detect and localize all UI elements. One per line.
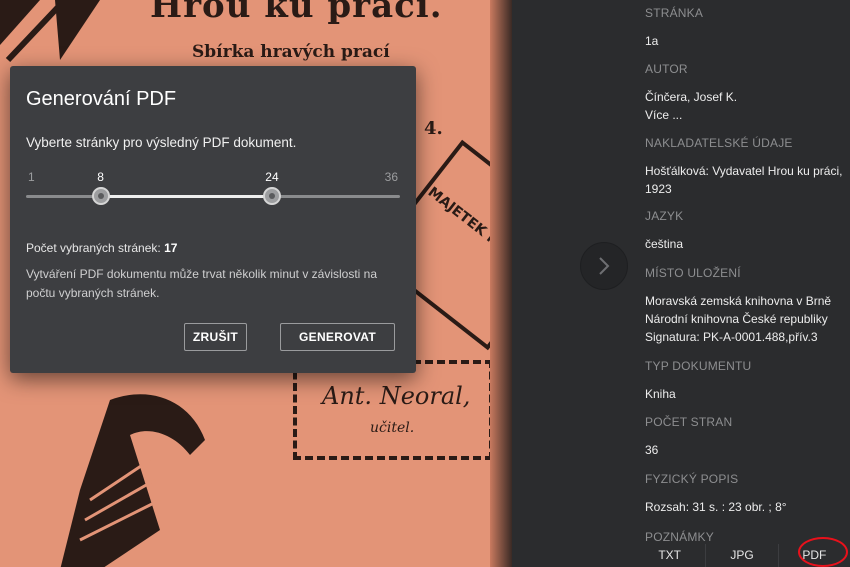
slider-min-label: 1 — [28, 170, 35, 184]
dialog-description: Vyberte stránky pro výsledný PDF dokumen… — [26, 135, 297, 150]
meta-doc-type: TYP DOKUMENTU Kniha — [645, 359, 845, 403]
meta-author-label: AUTOR — [645, 62, 688, 76]
selected-pages-label: Počet vybraných stránek: — [26, 241, 161, 255]
meta-language-label: JAZYK — [645, 209, 684, 223]
meta-publisher-value: Hošťálková: Vydavatel Hrou ku práci, 192… — [645, 164, 843, 196]
slider-to-handle[interactable] — [262, 187, 281, 205]
meta-page-count-value: 36 — [645, 443, 659, 457]
meta-notes: POZNÁMKY — [645, 530, 845, 544]
download-pdf-button[interactable]: PDF — [779, 544, 850, 567]
slider-to-label: 24 — [265, 170, 279, 184]
meta-page-count-label: POČET STRAN — [645, 415, 733, 429]
page-subheading: Sbírka hravých prací — [192, 42, 390, 62]
generate-button[interactable]: GENEROVAT — [280, 323, 395, 351]
meta-physical-label: FYZICKÝ POPIS — [645, 472, 739, 486]
meta-location: MÍSTO ULOŽENÍ Moravská zemská knihovna v… — [645, 266, 845, 346]
meta-author-value[interactable]: Čínčera, Josef K. — [645, 88, 845, 106]
slider-from-label: 8 — [97, 170, 104, 184]
meta-doc-type-label: TYP DOKUMENTU — [645, 359, 752, 373]
meta-location-line: Signatura: PK-A-0001.488,přív.3 — [645, 330, 818, 344]
meta-language-value: čeština — [645, 237, 684, 251]
slider-from-handle[interactable] — [91, 187, 110, 205]
meta-notes-label: POZNÁMKY — [645, 530, 714, 544]
chevron-right-icon — [599, 257, 610, 275]
generation-time-note: Vytváření PDF dokumentu může trvat někol… — [26, 267, 378, 300]
meta-doc-type-value: Kniha — [645, 387, 676, 401]
signature-text: Ant. Neoral, — [322, 382, 471, 410]
selected-pages-count: Počet vybraných stránek: 17 — [26, 241, 177, 255]
meta-page-value: 1a — [645, 34, 659, 48]
download-jpg-button[interactable]: JPG — [706, 544, 779, 567]
meta-physical-value: Rozsah: 31 s. : 23 obr. ; 8° — [645, 500, 787, 514]
meta-author-more-link[interactable]: Více ... — [645, 106, 845, 124]
download-txt-button[interactable]: TXT — [634, 544, 707, 567]
cancel-button[interactable]: ZRUŠIT — [184, 323, 247, 351]
selected-pages-value: 17 — [164, 241, 178, 255]
meta-location-label: MÍSTO ULOŽENÍ — [645, 266, 741, 280]
page-number-print: 4. — [424, 118, 443, 139]
signature-frame — [293, 360, 493, 460]
meta-publisher: NAKLADATELSKÉ ÚDAJE Hošťálková: Vydavate… — [645, 136, 845, 198]
woodcut-horse-illustration — [60, 394, 205, 567]
metadata-panel: STRÁNKA 1a AUTOR Čínčera, Josef K. Více … — [634, 0, 850, 567]
slider-max-label: 36 — [384, 170, 398, 184]
meta-page: STRÁNKA 1a — [645, 6, 845, 50]
signature-role: učitel. — [370, 420, 415, 436]
woodcut-corner-graphic — [0, 0, 100, 63]
book-spine-shadow — [490, 0, 512, 567]
page-heading: Hrou ku práci. — [150, 0, 443, 26]
download-bar: TXT JPG PDF — [634, 544, 850, 567]
dialog-title: Generování PDF — [26, 88, 177, 110]
meta-author: AUTOR Čínčera, Josef K. Více ... — [645, 62, 845, 124]
next-page-button[interactable] — [580, 242, 628, 290]
meta-publisher-label: NAKLADATELSKÉ ÚDAJE — [645, 136, 793, 150]
meta-location-line: Národní knihovna České republiky — [645, 312, 828, 326]
meta-page-count: POČET STRAN 36 — [645, 415, 845, 459]
page-range-slider[interactable]: 1 8 24 36 — [26, 166, 400, 210]
meta-page-label: STRÁNKA — [645, 6, 704, 20]
generate-pdf-dialog: Generování PDF Vyberte stránky pro výsle… — [10, 66, 416, 373]
meta-location-line: Moravská zemská knihovna v Brně — [645, 294, 832, 308]
meta-physical: FYZICKÝ POPIS Rozsah: 31 s. : 23 obr. ; … — [645, 472, 845, 516]
meta-language: JAZYK čeština — [645, 209, 845, 253]
slider-selected-range — [100, 195, 272, 198]
